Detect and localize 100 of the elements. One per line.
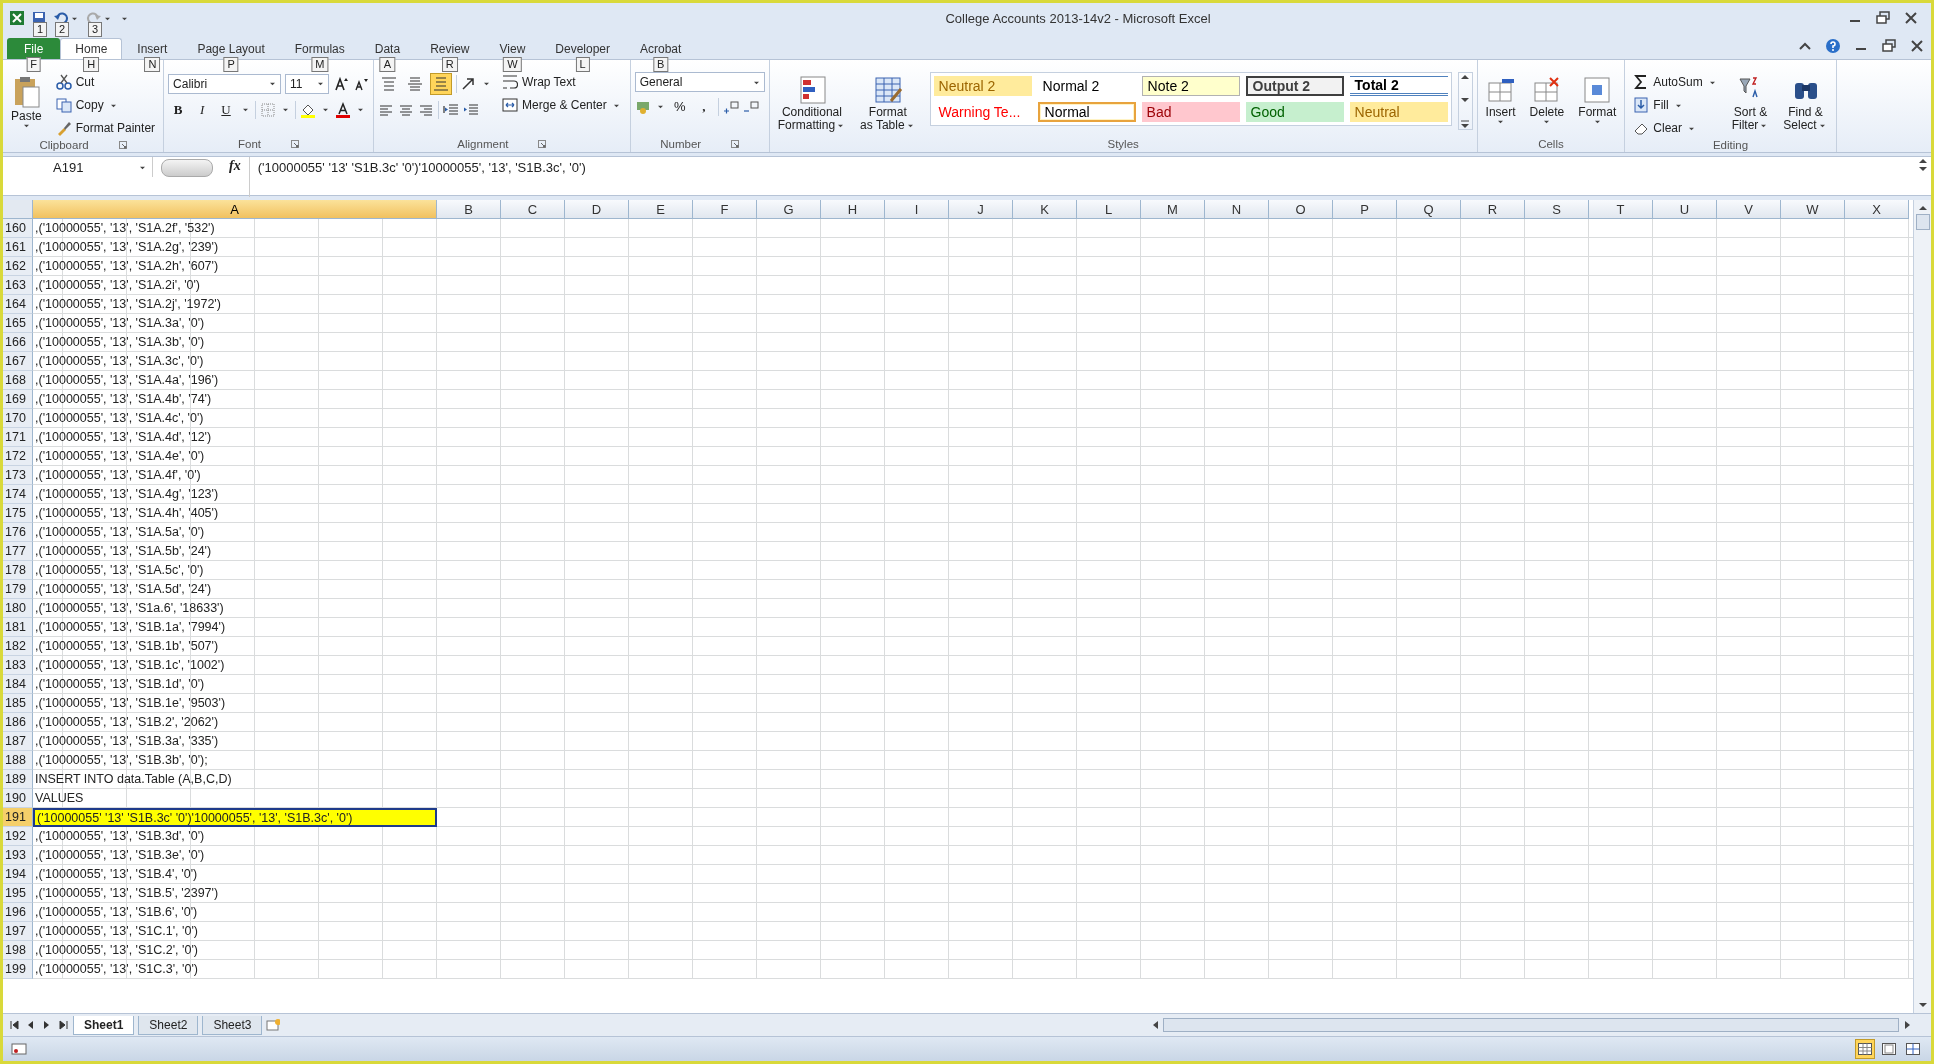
paste-button[interactable]: Paste bbox=[7, 72, 46, 131]
row-header[interactable]: 182 bbox=[3, 637, 33, 656]
restore-icon[interactable] bbox=[1881, 38, 1897, 54]
row-header[interactable]: 185 bbox=[3, 694, 33, 713]
row-header[interactable]: 197 bbox=[3, 922, 33, 941]
merge-center-button[interactable]: Merge & Center bbox=[498, 95, 626, 115]
row-header[interactable]: 192 bbox=[3, 827, 33, 846]
normal-view-button[interactable] bbox=[1855, 1039, 1875, 1059]
row-header[interactable]: 176 bbox=[3, 523, 33, 542]
row-header[interactable]: 191 bbox=[3, 808, 33, 827]
bold-button[interactable]: B bbox=[168, 99, 189, 120]
ribbon-tab[interactable]: Page Layout bbox=[182, 38, 280, 59]
name-box[interactable]: A191 bbox=[3, 157, 153, 177]
formula-field[interactable]: ('10000055' '13' 'S1B.3c' '0')'10000055', '13', 'S1B.3c', '0') bbox=[248, 157, 1915, 197]
scroll-thumb[interactable] bbox=[1163, 1018, 1899, 1032]
column-header[interactable]: Q bbox=[1397, 200, 1461, 219]
column-header[interactable]: J bbox=[949, 200, 1013, 219]
percent-button[interactable]: % bbox=[669, 96, 690, 117]
scroll-down-icon[interactable] bbox=[1460, 96, 1471, 104]
horizontal-scrollbar[interactable] bbox=[1151, 1017, 1911, 1033]
underline-button[interactable]: U bbox=[216, 99, 237, 120]
column-header[interactable]: K bbox=[1013, 200, 1077, 219]
vertical-scrollbar[interactable] bbox=[1913, 200, 1931, 1013]
ribbon-tab[interactable]: Data bbox=[359, 38, 416, 59]
column-header[interactable]: E bbox=[629, 200, 693, 219]
close-icon[interactable] bbox=[1903, 10, 1919, 26]
row-header[interactable]: 187 bbox=[3, 732, 33, 751]
record-macro-icon[interactable] bbox=[11, 1041, 27, 1057]
ribbon-button[interactable]: Format Painter bbox=[51, 118, 160, 138]
column-header[interactable]: G bbox=[757, 200, 821, 219]
column-header[interactable]: M bbox=[1141, 200, 1205, 219]
italic-button[interactable]: I bbox=[192, 99, 213, 120]
row-header[interactable]: 179 bbox=[3, 580, 33, 599]
row-header[interactable]: 170 bbox=[3, 409, 33, 428]
format-as-table-button[interactable]: Format as Table bbox=[856, 72, 920, 134]
row-header[interactable]: 173 bbox=[3, 466, 33, 485]
dialog-launcher-icon[interactable] bbox=[291, 139, 300, 148]
grow-font-icon[interactable] bbox=[333, 75, 350, 92]
row-header[interactable]: 188 bbox=[3, 751, 33, 770]
column-header[interactable]: V bbox=[1717, 200, 1781, 219]
row-header[interactable]: 195 bbox=[3, 884, 33, 903]
resize-handle[interactable] bbox=[161, 159, 213, 177]
ribbon-button[interactable]: Fill bbox=[1629, 95, 1722, 115]
scroll-left-icon[interactable] bbox=[1151, 1020, 1159, 1030]
gallery-scrollbar[interactable] bbox=[1457, 72, 1473, 130]
column-header[interactable]: X bbox=[1845, 200, 1909, 219]
ribbon-tab[interactable]: Home bbox=[60, 38, 123, 59]
last-sheet-icon[interactable] bbox=[57, 1019, 69, 1031]
column-header[interactable]: B bbox=[437, 200, 501, 219]
ribbon-tab[interactable]: View bbox=[484, 38, 541, 59]
sheet-tab[interactable]: Sheet2 bbox=[138, 1015, 199, 1035]
column-header[interactable]: O bbox=[1269, 200, 1333, 219]
help-icon[interactable] bbox=[1825, 38, 1841, 54]
close-icon[interactable] bbox=[1909, 38, 1925, 54]
dialog-launcher-icon[interactable] bbox=[538, 139, 547, 148]
decrease-indent-icon[interactable] bbox=[443, 101, 460, 118]
row-header[interactable]: 190 bbox=[3, 789, 33, 808]
ribbon-tab[interactable]: Insert bbox=[122, 38, 183, 59]
scroll-thumb[interactable] bbox=[1915, 214, 1930, 230]
row-header[interactable]: 198 bbox=[3, 941, 33, 960]
dialog-launcher-icon[interactable] bbox=[118, 141, 127, 149]
cell-style[interactable]: Normal bbox=[1037, 102, 1136, 122]
ribbon-tab[interactable]: Formulas bbox=[279, 38, 360, 59]
wrap-text-button[interactable]: Wrap Text bbox=[498, 72, 626, 92]
increase-indent-icon[interactable] bbox=[463, 101, 480, 118]
row-header[interactable]: 193 bbox=[3, 846, 33, 865]
scroll-up-icon[interactable] bbox=[1917, 204, 1928, 212]
font-color-icon[interactable] bbox=[335, 101, 352, 118]
ribbon-button[interactable]: Clear bbox=[1629, 118, 1722, 138]
font-size-dropdown[interactable]: 11 bbox=[285, 73, 330, 94]
row-header[interactable]: 178 bbox=[3, 561, 33, 580]
column-header[interactable]: F bbox=[693, 200, 757, 219]
column-header[interactable]: L bbox=[1077, 200, 1141, 219]
cell-style[interactable]: Total 2 bbox=[1349, 76, 1448, 96]
decrease-decimal-icon[interactable] bbox=[742, 98, 759, 115]
ribbon-button[interactable]: Sort & Filter bbox=[1727, 72, 1774, 134]
column-header[interactable]: D bbox=[565, 200, 629, 219]
ribbon-button[interactable]: Cut bbox=[51, 72, 160, 92]
cell-style[interactable]: Good bbox=[1245, 102, 1344, 122]
row-header[interactable]: 168 bbox=[3, 371, 33, 390]
scroll-right-icon[interactable] bbox=[1903, 1020, 1911, 1030]
row-header[interactable]: 174 bbox=[3, 485, 33, 504]
row-header[interactable]: 199 bbox=[3, 960, 33, 979]
row-header[interactable]: 162 bbox=[3, 257, 33, 276]
column-header[interactable]: A bbox=[33, 200, 437, 219]
column-header[interactable]: S bbox=[1525, 200, 1589, 219]
row-header[interactable]: 177 bbox=[3, 542, 33, 561]
first-sheet-icon[interactable] bbox=[9, 1019, 21, 1031]
align-bottom-button[interactable] bbox=[430, 72, 453, 95]
number-format-dropdown[interactable]: General bbox=[634, 72, 765, 92]
ribbon-button[interactable]: Delete bbox=[1525, 72, 1569, 127]
scroll-down-icon[interactable] bbox=[1918, 165, 1928, 173]
column-header[interactable]: H bbox=[821, 200, 885, 219]
dialog-launcher-icon[interactable] bbox=[731, 139, 740, 148]
row-header[interactable]: 184 bbox=[3, 675, 33, 694]
column-header[interactable]: N bbox=[1205, 200, 1269, 219]
column-header[interactable]: C bbox=[501, 200, 565, 219]
more-icon[interactable] bbox=[1460, 119, 1471, 129]
row-header[interactable]: 164 bbox=[3, 295, 33, 314]
cell-style[interactable]: Neutral 2 bbox=[933, 76, 1032, 96]
